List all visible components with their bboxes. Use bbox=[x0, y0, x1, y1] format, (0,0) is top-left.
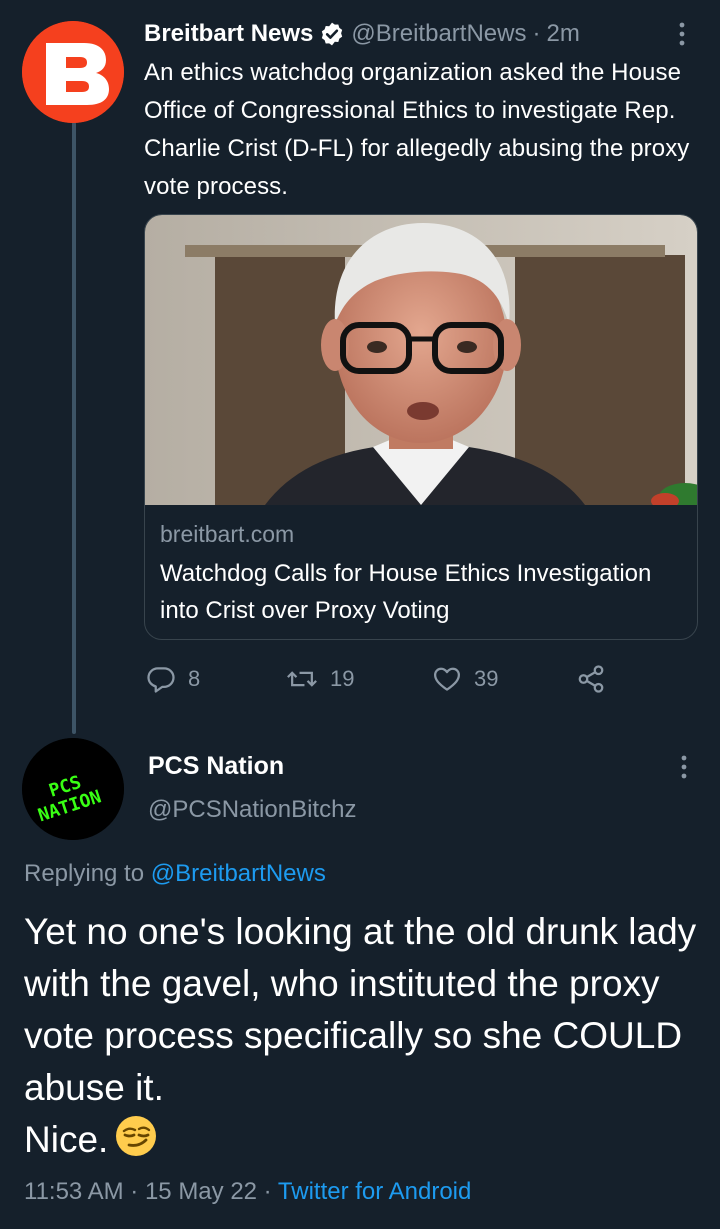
link-preview-card[interactable]: breitbart.com Watchdog Calls for House E… bbox=[144, 214, 698, 640]
verified-badge-icon bbox=[322, 22, 343, 46]
tweet-header: Breitbart News @BreitbartNews · 2m bbox=[144, 16, 580, 52]
pcs-nation-avatar[interactable]: PCS NATION bbox=[22, 738, 124, 840]
timestamp: 11:53 AM · 15 May 22 · bbox=[24, 1178, 272, 1205]
reply-text-body: Yet no one's looking at the old drunk la… bbox=[24, 911, 697, 1108]
tweet-text: An ethics watchdog organization asked th… bbox=[144, 59, 690, 200]
breitbart-avatar[interactable] bbox=[22, 21, 124, 123]
share-button[interactable] bbox=[576, 660, 618, 698]
reply-icon bbox=[147, 667, 175, 693]
card-domain: breitbart.com bbox=[160, 521, 295, 547]
reply-button[interactable]: 8 bbox=[146, 660, 200, 698]
reply-count: 8 bbox=[188, 666, 201, 691]
source-link[interactable]: Twitter for Android bbox=[278, 1178, 471, 1205]
tweet-time[interactable]: 2m bbox=[546, 20, 579, 48]
breitbart-logo-icon bbox=[22, 21, 124, 123]
reply-text-nice: Nice. bbox=[24, 1119, 109, 1160]
pcs-nation-logo-icon: PCS NATION bbox=[22, 738, 124, 840]
retweet-button[interactable]: 19 bbox=[286, 660, 354, 698]
thread-line bbox=[72, 122, 76, 734]
share-icon bbox=[578, 665, 604, 693]
card-photo-image bbox=[145, 215, 697, 505]
reply-more-options-icon[interactable] bbox=[674, 752, 694, 787]
reply-author-handle[interactable]: @PCSNationBitchz bbox=[148, 796, 356, 824]
card-title: Watchdog Calls for House Ethics Investig… bbox=[160, 560, 652, 624]
like-button[interactable]: 39 bbox=[432, 660, 498, 698]
author-name[interactable]: Breitbart News bbox=[144, 20, 313, 48]
replying-to: Replying to @BreitbartNews bbox=[24, 860, 326, 888]
retweet-icon bbox=[287, 671, 317, 687]
reply-text: Yet no one's looking at the old drunk la… bbox=[24, 906, 704, 1166]
replying-prefix: Replying to bbox=[24, 860, 145, 887]
tweet-meta: 11:53 AM · 15 May 22 · Twitter for Andro… bbox=[24, 1178, 471, 1206]
like-count: 39 bbox=[474, 666, 499, 691]
author-handle[interactable]: @BreitbartNews bbox=[351, 20, 526, 48]
replying-mention-link[interactable]: @BreitbartNews bbox=[151, 860, 326, 887]
separator: · bbox=[532, 20, 541, 47]
reply-author-name[interactable]: PCS Nation bbox=[148, 752, 284, 781]
smirking-face-emoji-icon bbox=[116, 1116, 157, 1156]
heart-icon bbox=[434, 667, 460, 691]
retweet-count: 19 bbox=[330, 666, 355, 691]
reply-text-line2: Nice. bbox=[24, 1114, 704, 1166]
more-options-icon[interactable] bbox=[672, 20, 692, 53]
